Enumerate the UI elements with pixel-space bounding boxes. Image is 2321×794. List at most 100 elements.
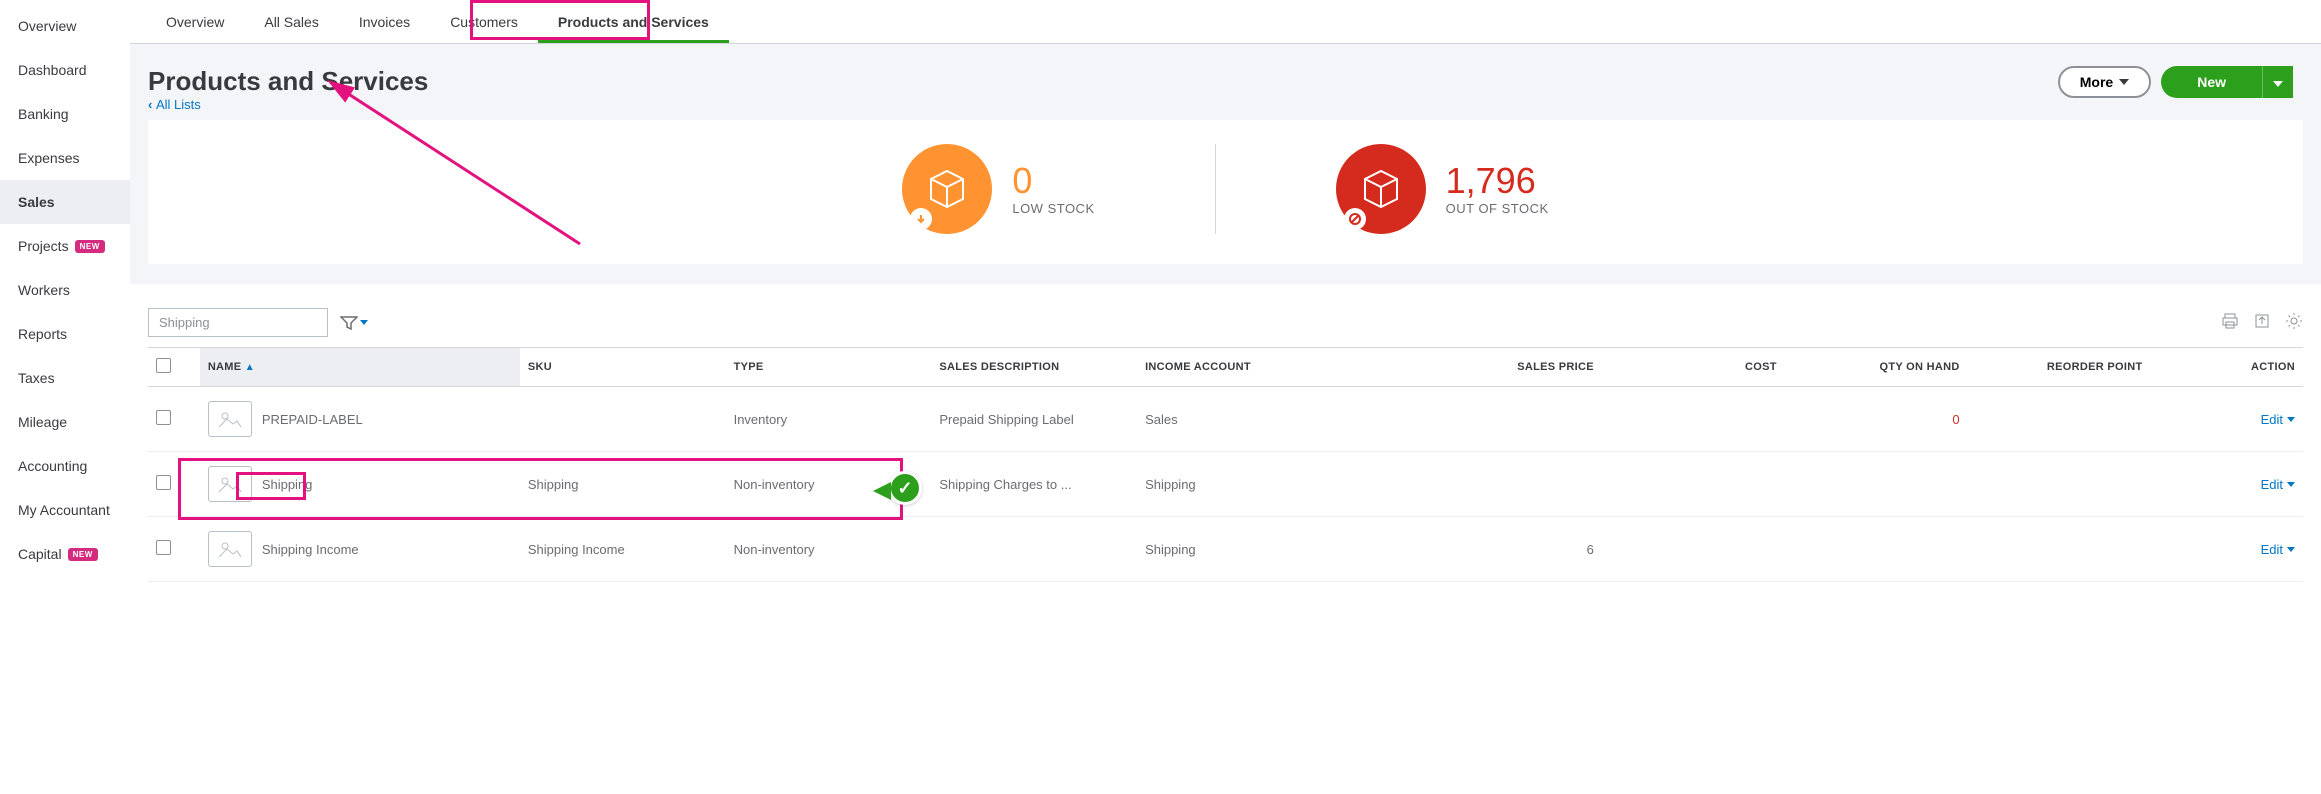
edit-label: Edit: [2261, 477, 2283, 492]
sidebar-item-sales[interactable]: Sales: [0, 180, 130, 224]
tab-all-sales[interactable]: All Sales: [244, 4, 338, 43]
new-badge: NEW: [68, 548, 98, 561]
select-all-checkbox[interactable]: [156, 358, 171, 373]
cell-reorder: [1968, 517, 2151, 582]
sidebar-label: Projects: [18, 238, 69, 254]
sidebar-item-capital[interactable]: Capital NEW: [0, 532, 130, 576]
cell-sales-price: [1419, 387, 1602, 452]
new-button-caret[interactable]: [2262, 66, 2293, 98]
sort-asc-icon: ▲: [245, 362, 255, 373]
cell-cost: [1602, 517, 1785, 582]
sidebar-item-overview[interactable]: Overview: [0, 4, 130, 48]
search-input[interactable]: [148, 308, 328, 337]
new-button[interactable]: New: [2161, 66, 2262, 98]
col-qty[interactable]: QTY ON HAND: [1785, 348, 1968, 387]
col-cost[interactable]: COST: [1602, 348, 1785, 387]
low-stock-icon: [902, 144, 992, 234]
main-content: Overview All Sales Invoices Customers Pr…: [130, 0, 2321, 794]
product-name[interactable]: Shipping: [262, 477, 313, 492]
sidebar-label: Banking: [18, 106, 69, 122]
row-checkbox[interactable]: [156, 410, 171, 425]
sidebar-item-banking[interactable]: Banking: [0, 92, 130, 136]
cell-qty: 0: [1952, 412, 1959, 427]
cell-income-acct: Shipping: [1137, 517, 1419, 582]
edit-action[interactable]: Edit: [2261, 542, 2295, 557]
settings-icon[interactable]: [2285, 312, 2303, 333]
table-row: Shipping Shipping Non-inventory Shipping…: [148, 452, 2303, 517]
col-name[interactable]: NAME: [208, 361, 242, 373]
chevron-down-icon: [2287, 482, 2295, 487]
edit-action[interactable]: Edit: [2261, 412, 2295, 427]
sidebar-label: Mileage: [18, 414, 67, 430]
sidebar-item-projects[interactable]: ProjectsNEW: [0, 224, 130, 268]
filter-icon[interactable]: [340, 316, 368, 330]
sidebar-item-reports[interactable]: Reports: [0, 312, 130, 356]
edit-label: Edit: [2261, 412, 2283, 427]
tab-customers[interactable]: Customers: [430, 4, 538, 43]
sidebar-item-expenses[interactable]: Expenses: [0, 136, 130, 180]
sidebar-label: Capital: [18, 546, 62, 562]
print-icon[interactable]: [2221, 312, 2239, 333]
cell-reorder: [1968, 387, 2151, 452]
cell-type: Non-inventory: [726, 517, 932, 582]
low-stock-value: 0: [1012, 163, 1094, 199]
sidebar-label: Overview: [18, 18, 76, 34]
sidebar-item-mileage[interactable]: Mileage: [0, 400, 130, 444]
cell-qty: [1785, 517, 1968, 582]
cell-sales-desc: [931, 517, 1137, 582]
cell-cost: [1602, 387, 1785, 452]
stat-out-of-stock[interactable]: 1,796 OUT OF STOCK: [1215, 144, 1669, 234]
tab-invoices[interactable]: Invoices: [339, 4, 430, 43]
sidebar-label: Reports: [18, 326, 67, 342]
edit-action[interactable]: Edit: [2261, 477, 2295, 492]
sidebar-label: My Accountant: [18, 502, 110, 518]
sidebar-item-workers[interactable]: Workers: [0, 268, 130, 312]
sidebar-item-taxes[interactable]: Taxes: [0, 356, 130, 400]
col-sales-price[interactable]: SALES PRICE: [1419, 348, 1602, 387]
cell-sales-price: [1419, 452, 1602, 517]
sidebar: Overview Dashboard Banking Expenses Sale…: [0, 0, 130, 794]
cell-reorder: [1968, 452, 2151, 517]
col-income-acct[interactable]: INCOME ACCOUNT: [1137, 348, 1419, 387]
thumbnail-icon: [208, 531, 252, 567]
annotation-check-icon: ✓: [888, 471, 922, 505]
out-of-stock-icon: [1336, 144, 1426, 234]
chevron-down-icon: [2273, 81, 2283, 87]
col-sales-desc[interactable]: SALES DESCRIPTION: [931, 348, 1137, 387]
row-checkbox[interactable]: [156, 475, 171, 490]
table-row: Shipping Income Shipping Income Non-inve…: [148, 517, 2303, 582]
more-label: More: [2080, 74, 2113, 90]
product-name[interactable]: Shipping Income: [262, 542, 359, 557]
col-type[interactable]: TYPE: [726, 348, 932, 387]
product-name[interactable]: PREPAID-LABEL: [262, 412, 363, 427]
cell-sales-desc: Prepaid Shipping Label: [931, 387, 1137, 452]
cell-sales-price: 6: [1419, 517, 1602, 582]
chevron-down-icon: [2287, 547, 2295, 552]
export-icon[interactable]: [2253, 312, 2271, 333]
low-stock-label: LOW STOCK: [1012, 201, 1094, 216]
cell-sku: Shipping Income: [520, 517, 726, 582]
cell-cost: [1602, 452, 1785, 517]
tab-overview[interactable]: Overview: [146, 4, 244, 43]
more-button[interactable]: More: [2058, 66, 2151, 98]
sidebar-item-accounting[interactable]: Accounting: [0, 444, 130, 488]
chevron-down-icon: [2287, 417, 2295, 422]
back-link-all-lists[interactable]: All Lists: [148, 97, 428, 112]
sidebar-label: Workers: [18, 282, 70, 298]
out-of-stock-label: OUT OF STOCK: [1446, 201, 1549, 216]
sidebar-item-dashboard[interactable]: Dashboard: [0, 48, 130, 92]
cell-income-acct: Shipping: [1137, 452, 1419, 517]
cell-qty: [1785, 452, 1968, 517]
sidebar-label: Expenses: [18, 150, 79, 166]
stat-low-stock[interactable]: 0 LOW STOCK: [782, 144, 1214, 234]
row-checkbox[interactable]: [156, 540, 171, 555]
cell-income-acct: Sales: [1137, 387, 1419, 452]
table-row: PREPAID-LABEL Inventory Prepaid Shipping…: [148, 387, 2303, 452]
chevron-down-icon: [360, 320, 368, 325]
col-reorder[interactable]: REORDER POINT: [1968, 348, 2151, 387]
sidebar-item-my-accountant[interactable]: My Accountant: [0, 488, 130, 532]
cell-sku: [520, 387, 726, 452]
tab-products-services[interactable]: Products and Services: [538, 4, 729, 43]
products-table: NAME ▲ SKU TYPE SALES DESCRIPTION INCOME…: [148, 347, 2303, 582]
col-sku[interactable]: SKU: [520, 348, 726, 387]
